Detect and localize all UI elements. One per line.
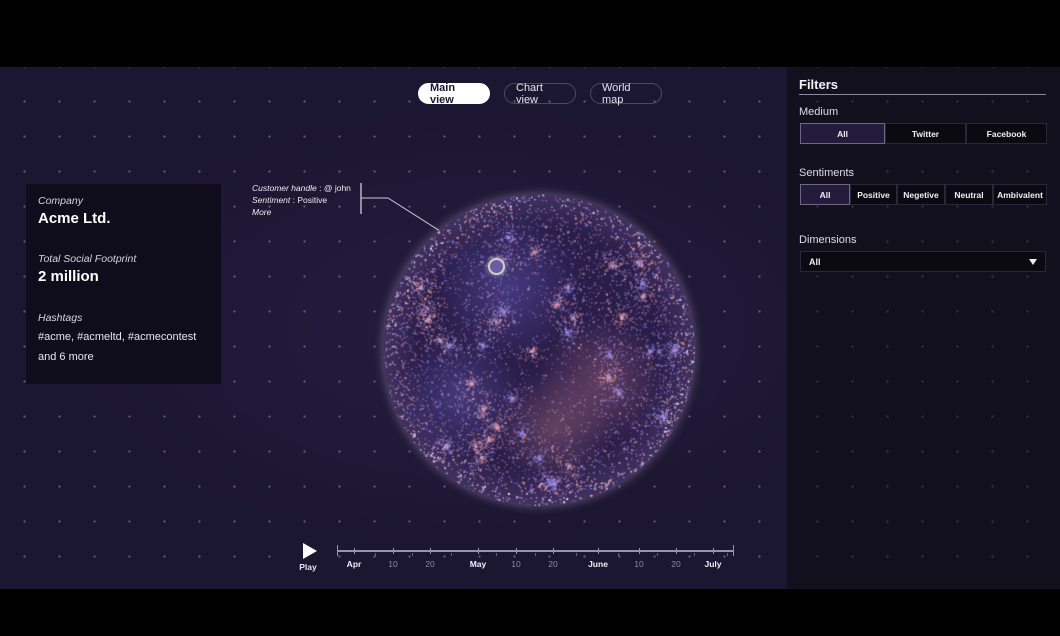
timeline-tick — [713, 548, 714, 554]
timeline-label-day: 10 — [511, 559, 521, 569]
handle-value: : @ john — [319, 183, 351, 193]
company-value: Acme Ltd. — [38, 210, 111, 227]
medium-option-facebook[interactable]: Facebook — [966, 123, 1047, 144]
timeline-label-day: 20 — [671, 559, 681, 569]
sentiment-sphere[interactable] — [383, 194, 695, 506]
timeline-minor-tick — [657, 553, 658, 556]
timeline-axis — [337, 550, 734, 552]
timeline-tick — [393, 548, 394, 554]
medium-option-twitter[interactable]: Twitter — [885, 123, 966, 144]
timeline-tick — [598, 548, 599, 554]
timeline-tick — [639, 548, 640, 554]
timeline-tick — [553, 548, 554, 554]
sentiments-segmented-control: All Positive Negetive Neutral Ambivalent — [800, 184, 1047, 205]
sentiment-label: Sentiment — [252, 195, 291, 205]
sentiments-label: Sentiments — [799, 167, 855, 179]
footprint-value: 2 million — [38, 268, 99, 285]
view-tabs: Main view Chart view World map — [418, 82, 662, 106]
timeline-minor-tick — [535, 553, 536, 556]
sentiment-option-positive[interactable]: Positive — [850, 184, 897, 205]
timeline-label-day: 20 — [425, 559, 435, 569]
hashtags-more[interactable]: and 6 more — [38, 351, 209, 363]
timeline-label-day: 20 — [548, 559, 558, 569]
timeline-minor-tick — [618, 553, 619, 556]
timeline-minor-tick — [496, 553, 497, 556]
timeline-label-may: May — [469, 559, 487, 569]
filters-divider — [799, 94, 1046, 95]
sentiment-option-negative[interactable]: Negetive — [897, 184, 945, 205]
timeline-tick — [516, 548, 517, 554]
chevron-down-icon — [1029, 258, 1037, 265]
sphere-particles — [383, 194, 695, 506]
timeline-label-apr: Apr — [346, 559, 362, 569]
dimensions-label: Dimensions — [799, 234, 857, 246]
sentiment-value: : Positive — [292, 195, 328, 205]
filters-title: Filters — [799, 77, 839, 92]
timeline-minor-tick — [576, 553, 577, 556]
timeline-minor-tick — [727, 553, 728, 556]
timeline-label-july: July — [704, 559, 722, 569]
footprint-label: Total Social Footprint — [38, 253, 137, 265]
sentiment-option-ambivalent[interactable]: Ambivalent — [993, 184, 1047, 205]
filters-panel: Filters Medium All Twitter Facebook Sent… — [787, 67, 1060, 589]
timeline-tick — [354, 548, 355, 554]
dimensions-dropdown[interactable]: All — [800, 251, 1046, 272]
timeline-tick — [676, 548, 677, 554]
tab-main-view[interactable]: Main view — [418, 82, 490, 106]
timeline-minor-tick — [375, 553, 376, 556]
medium-label: Medium — [799, 106, 839, 118]
hashtags-label: Hashtags — [38, 312, 83, 324]
timeline-label-day: 10 — [634, 559, 644, 569]
tab-world-map[interactable]: World map — [590, 82, 662, 106]
play-label: Play — [299, 562, 317, 572]
dot-grid-background — [787, 67, 1060, 589]
timeline-label-june: June — [588, 559, 608, 569]
timeline-minor-tick — [412, 553, 413, 556]
timeline-tick — [478, 548, 479, 554]
medium-segmented-control: All Twitter Facebook — [800, 123, 1047, 144]
main-view-area: Main view Chart view World map Company A… — [0, 67, 787, 589]
sentiment-option-all[interactable]: All — [800, 184, 850, 205]
timeline-label-day: 10 — [388, 559, 398, 569]
timeline-minor-tick — [694, 553, 695, 556]
timeline-start-cap — [337, 545, 338, 556]
app-window: Main view Chart view World map Company A… — [0, 67, 1060, 589]
play-button[interactable]: Play — [296, 543, 320, 572]
dimensions-selected-value: All — [809, 256, 821, 267]
timeline-minor-tick — [451, 553, 452, 556]
play-icon — [303, 543, 317, 559]
company-label: Company — [38, 195, 83, 207]
tab-chart-view[interactable]: Chart view — [504, 82, 576, 106]
handle-label: Customer handle — [252, 183, 317, 193]
timeline-slider[interactable]: Apr 10 20 May 10 20 June 10 20 July — [330, 541, 740, 577]
tooltip-more-link[interactable]: More — [252, 206, 351, 218]
timeline-end-cap — [733, 545, 734, 556]
company-info-card: Company Acme Ltd. Total Social Footprint… — [26, 184, 221, 384]
timeline-tick — [430, 548, 431, 554]
sentiment-option-neutral[interactable]: Neutral — [945, 184, 993, 205]
medium-option-all[interactable]: All — [800, 123, 885, 144]
customer-tooltip: Customer handle : @ john Sentiment : Pos… — [252, 182, 351, 218]
selected-post-marker[interactable] — [488, 258, 505, 275]
hashtags-value: #acme, #acmeltd, #acmecontest — [38, 331, 197, 343]
